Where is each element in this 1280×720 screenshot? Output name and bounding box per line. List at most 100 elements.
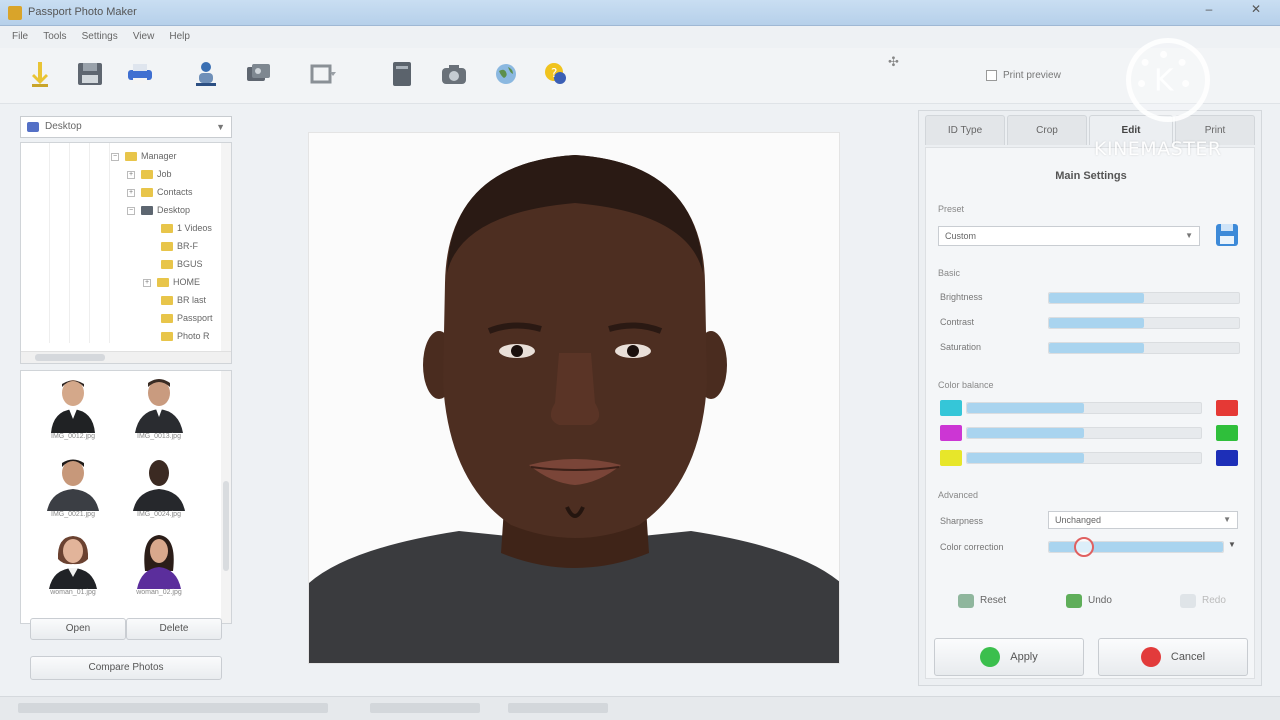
compare-photos-button[interactable]: Compare Photos bbox=[30, 656, 222, 680]
photo-thumbnail[interactable]: IMG_0012.jpg bbox=[31, 373, 115, 447]
expand-icon[interactable]: + bbox=[127, 188, 135, 197]
tree-node[interactable]: Photo R bbox=[161, 327, 210, 345]
sharpness-dropdown[interactable]: Unchanged ▼ bbox=[1048, 511, 1238, 529]
scroll-thumb[interactable] bbox=[35, 354, 105, 361]
panel-heading: Main Settings bbox=[1055, 170, 1127, 182]
person-icon[interactable] bbox=[190, 58, 222, 90]
tree-horizontal-scrollbar[interactable] bbox=[21, 351, 231, 363]
tree-node[interactable]: BR last bbox=[161, 291, 206, 309]
photo-thumbnail[interactable]: woman_02.jpg bbox=[117, 529, 201, 603]
menu-help[interactable]: Help bbox=[169, 28, 190, 46]
print-preview-checkbox[interactable]: Print preview bbox=[986, 70, 1061, 81]
redo-button[interactable]: Redo bbox=[1172, 588, 1252, 614]
tree-node[interactable]: − Desktop bbox=[127, 201, 190, 219]
kinemaster-logo: K bbox=[1126, 38, 1210, 122]
delete-button[interactable]: Delete bbox=[126, 618, 222, 640]
slider-knob[interactable] bbox=[1073, 537, 1094, 557]
thumbnail-grid: IMG_0012.jpg IMG_0013.jpg IMG_0021.jpg I… bbox=[20, 370, 232, 624]
tree-node[interactable]: + HOME bbox=[143, 273, 200, 291]
preset-dropdown[interactable]: Custom ▼ bbox=[938, 226, 1200, 246]
chevron-down-icon[interactable]: ▼ bbox=[1228, 540, 1236, 549]
thumbnail-image bbox=[129, 531, 189, 589]
pin-icon[interactable]: ✣ bbox=[888, 54, 899, 70]
thumbnail-scrollbar[interactable] bbox=[221, 371, 231, 623]
expand-icon[interactable]: + bbox=[143, 278, 151, 287]
photo-thumbnail[interactable]: woman_01.jpg bbox=[31, 529, 115, 603]
tab-crop[interactable]: Crop bbox=[1007, 115, 1087, 145]
status-bar bbox=[0, 696, 1280, 720]
book-icon[interactable] bbox=[386, 58, 418, 90]
tree-node[interactable]: BGUS bbox=[161, 255, 203, 273]
apply-button[interactable]: Apply bbox=[934, 638, 1084, 676]
open-button[interactable]: Open bbox=[30, 618, 126, 640]
tree-node[interactable]: BR-F bbox=[161, 237, 198, 255]
minimize-button[interactable]: – bbox=[1196, 0, 1222, 20]
reset-icon bbox=[958, 594, 974, 608]
menu-settings[interactable]: Settings bbox=[82, 28, 118, 46]
crop-icon[interactable] bbox=[306, 58, 338, 90]
blue-swatch bbox=[1216, 450, 1238, 466]
color-balance-label: Color balance bbox=[938, 380, 994, 390]
thumbnail-caption: IMG_0021.jpg bbox=[51, 511, 95, 518]
magenta-green-slider[interactable] bbox=[966, 427, 1202, 439]
folder-icon bbox=[157, 278, 169, 288]
sharpness-label: Sharpness bbox=[940, 516, 984, 526]
save-icon[interactable] bbox=[74, 58, 106, 90]
photos-icon[interactable] bbox=[242, 58, 274, 90]
balance-fill bbox=[967, 428, 1084, 438]
camera-icon[interactable] bbox=[438, 58, 470, 90]
thumbnail-image bbox=[129, 453, 189, 511]
reset-button[interactable]: Reset bbox=[950, 588, 1040, 614]
expand-icon[interactable]: + bbox=[127, 170, 135, 179]
save-preset-icon[interactable] bbox=[1214, 222, 1240, 248]
globe-icon[interactable] bbox=[490, 58, 522, 90]
preset-label: Preset bbox=[938, 204, 965, 214]
portrait-image bbox=[309, 133, 839, 663]
photo-browser: Desktop ▼ − Manager + Job + Contacts − Deskt… bbox=[20, 116, 232, 696]
tree-node[interactable]: − Manager bbox=[111, 147, 177, 165]
photo-thumbnail[interactable]: IMG_0013.jpg bbox=[117, 373, 201, 447]
photo-thumbnail[interactable]: IMG_0021.jpg bbox=[31, 451, 115, 525]
menu-tools[interactable]: Tools bbox=[43, 28, 66, 46]
yellow-swatch bbox=[940, 450, 962, 466]
advanced-section-label: Advanced bbox=[938, 490, 979, 500]
cancel-button[interactable]: Cancel bbox=[1098, 638, 1248, 676]
help-icon[interactable]: ? bbox=[540, 58, 572, 90]
open-icon[interactable] bbox=[24, 58, 56, 90]
cyan-red-slider[interactable] bbox=[966, 402, 1202, 414]
checkmark-icon bbox=[980, 647, 1001, 667]
brightness-label: Brightness bbox=[940, 292, 983, 302]
folder-icon bbox=[161, 296, 173, 306]
app-icon bbox=[8, 6, 22, 20]
photo-thumbnail[interactable]: IMG_0024.jpg bbox=[117, 451, 201, 525]
tab-id-type[interactable]: ID Type bbox=[925, 115, 1005, 145]
tree-vertical-scrollbar[interactable] bbox=[221, 143, 231, 353]
checkbox-box[interactable] bbox=[986, 70, 997, 81]
print-icon[interactable] bbox=[124, 58, 156, 90]
tree-node[interactable]: + Contacts bbox=[127, 183, 193, 201]
cyan-swatch bbox=[940, 400, 962, 416]
tree-node[interactable]: 1 Videos bbox=[161, 219, 212, 237]
folder-dropdown[interactable]: Desktop ▼ bbox=[20, 116, 232, 138]
saturation-slider[interactable] bbox=[1048, 342, 1240, 354]
contrast-slider[interactable] bbox=[1048, 317, 1240, 329]
undo-button[interactable]: Undo bbox=[1058, 588, 1148, 614]
thumbnail-image bbox=[129, 375, 189, 433]
tree-node[interactable]: + Job bbox=[127, 165, 172, 183]
menu-file[interactable]: File bbox=[12, 28, 28, 46]
scroll-thumb[interactable] bbox=[223, 481, 229, 571]
brightness-slider[interactable] bbox=[1048, 292, 1240, 304]
status-zoom bbox=[508, 703, 608, 713]
yellow-blue-slider[interactable] bbox=[966, 452, 1202, 464]
collapse-icon[interactable]: − bbox=[127, 206, 135, 215]
tree-node[interactable]: Passport bbox=[161, 309, 213, 327]
color-correction-label: Color correction bbox=[940, 542, 1004, 552]
collapse-icon[interactable]: − bbox=[111, 152, 119, 161]
balance-fill bbox=[967, 453, 1084, 463]
print-preview-label: Print preview bbox=[1003, 70, 1061, 81]
folder-icon bbox=[141, 188, 153, 198]
menu-view[interactable]: View bbox=[133, 28, 155, 46]
close-button[interactable]: ✕ bbox=[1238, 0, 1274, 20]
color-correction-slider[interactable] bbox=[1048, 537, 1224, 557]
thumbnail-caption: woman_01.jpg bbox=[50, 589, 96, 596]
